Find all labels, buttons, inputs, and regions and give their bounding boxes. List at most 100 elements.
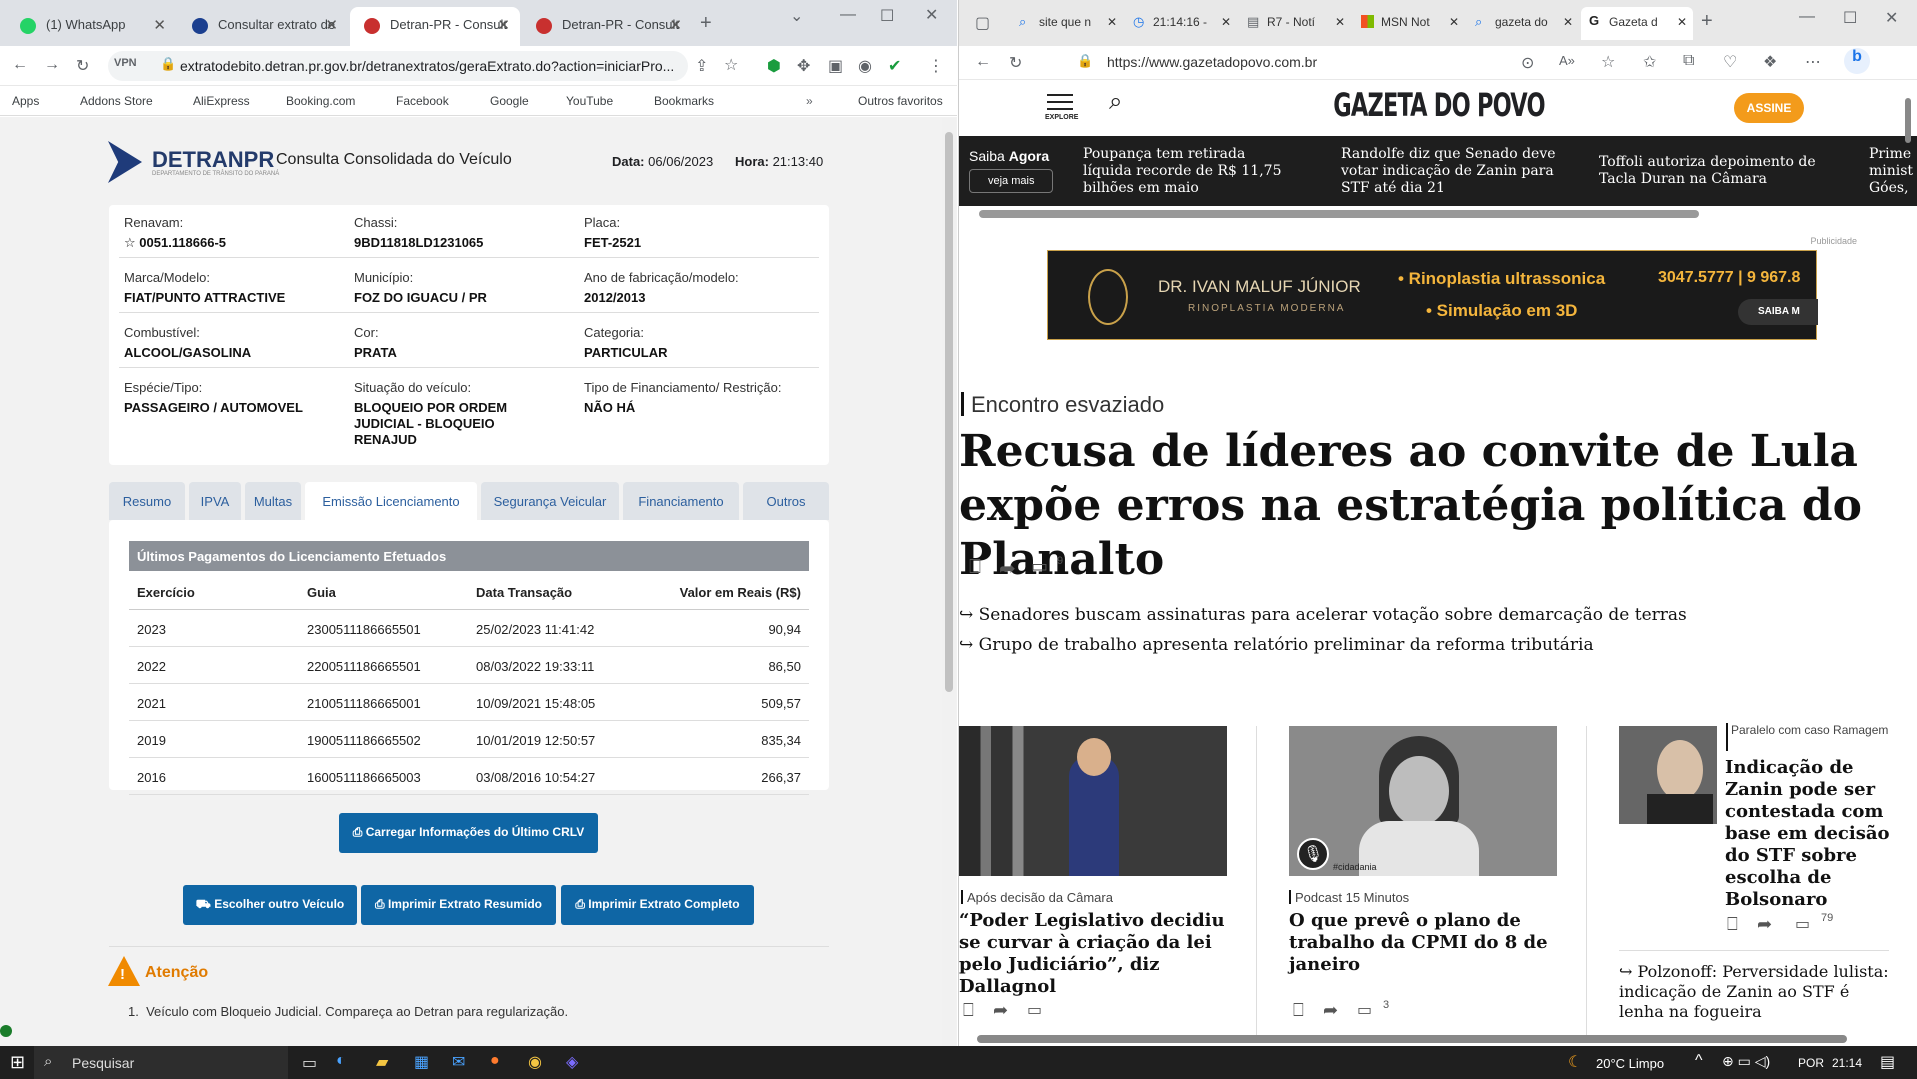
reload-icon[interactable]: ↻: [1009, 53, 1022, 73]
extensions-icon[interactable]: ✥: [797, 56, 810, 76]
favorite-icon[interactable]: ☆: [1601, 52, 1615, 72]
tab-gazeta-active[interactable]: G Gazeta d ✕: [1581, 7, 1693, 40]
close-icon[interactable]: ✕: [1221, 15, 1231, 29]
reload-icon[interactable]: ↻: [76, 56, 89, 76]
tab-seguranca-veicular[interactable]: Segurança Veicular: [481, 482, 619, 520]
read-aloud-icon[interactable]: A»: [1559, 53, 1575, 68]
notifications-icon[interactable]: ▤: [1880, 1052, 1895, 1072]
bookmark-icon[interactable]: ⎕: [1293, 1000, 1304, 1021]
ticker-item[interactable]: Randolfe diz que Senado deve votar indic…: [1341, 146, 1561, 197]
tab-whatsapp[interactable]: (1) WhatsApp ✕: [6, 7, 176, 46]
profile-icon[interactable]: ◉: [858, 56, 872, 76]
comment-icon[interactable]: ▭: [1027, 1000, 1042, 1020]
zanin-photo[interactable]: [1619, 726, 1717, 824]
related-link[interactable]: ↪ Grupo de trabalho apresenta relatório …: [959, 635, 1594, 655]
comment-icon[interactable]: ▭: [1795, 914, 1810, 934]
ticker-item[interactable]: Toffoli autoriza depoimento de Tacla Dur…: [1599, 154, 1839, 188]
menu-icon[interactable]: ⋮: [928, 56, 944, 76]
vertical-scrollbar[interactable]: [1903, 80, 1915, 1035]
close-icon[interactable]: ✕: [153, 16, 166, 34]
scrollbar[interactable]: [942, 118, 956, 1046]
close-icon[interactable]: ✕: [497, 16, 510, 34]
comment-icon[interactable]: ▭: [1357, 1000, 1372, 1020]
sidepanel-icon[interactable]: ▣: [828, 56, 843, 76]
bookmark-outros[interactable]: Outros favoritos: [858, 94, 943, 108]
close-icon[interactable]: ✕: [669, 16, 682, 34]
bookmark-icon[interactable]: ⎕: [1727, 914, 1738, 935]
extension-icon[interactable]: ❖: [1763, 52, 1777, 72]
ad-banner[interactable]: DR. IVAN MALUF JÚNIOR RINOPLASTIA MODERN…: [1047, 250, 1818, 340]
ticker-item[interactable]: Poupança tem retirada líquida recorde de…: [1083, 146, 1293, 197]
related-link[interactable]: ↪ Senadores buscam assinaturas para acel…: [959, 605, 1687, 625]
minimize-icon[interactable]: —: [840, 6, 856, 24]
tab-actions-icon[interactable]: ▢: [975, 13, 990, 33]
imprimir-resumido-button[interactable]: ⎙ Imprimir Extrato Resumido: [361, 885, 556, 925]
share-icon[interactable]: ➦: [1757, 914, 1772, 935]
main-headline[interactable]: Recusa de líderes ao convite de Lula exp…: [959, 425, 1899, 587]
app-icon[interactable]: ◈: [566, 1052, 578, 1072]
performance-icon[interactable]: ♡: [1723, 52, 1737, 72]
tab-gazeta-search[interactable]: ⌕ gazeta do ✕: [1467, 7, 1579, 40]
shield-icon[interactable]: ⬢: [767, 56, 781, 76]
edge-icon[interactable]: ◐: [336, 1052, 346, 1070]
address-bar[interactable]: extratodebito.detran.pr.gov.br/detranext…: [108, 51, 688, 81]
tab-outros[interactable]: Outros: [743, 482, 829, 520]
tab-msn[interactable]: MSN Not ✕: [1353, 7, 1465, 40]
microphone-icon[interactable]: 🎙: [1297, 838, 1329, 870]
folder-icon[interactable]: ▰: [376, 1052, 388, 1072]
star-icon[interactable]: ☆: [124, 235, 139, 250]
share-icon[interactable]: ➦: [1323, 1000, 1338, 1021]
bookmark-google[interactable]: Google: [490, 94, 529, 108]
chevron-up-icon[interactable]: ^: [1695, 1052, 1703, 1070]
dallagnol-photo[interactable]: [959, 726, 1227, 876]
assine-button[interactable]: ASSINE: [1734, 93, 1804, 123]
star-icon[interactable]: ☆: [724, 55, 738, 75]
tab-ipva[interactable]: IPVA: [189, 482, 241, 520]
tab-r7[interactable]: ▤ R7 - Notí ✕: [1239, 7, 1351, 40]
horizontal-scrollbar[interactable]: [967, 1035, 1907, 1044]
menu-icon[interactable]: [1047, 94, 1073, 110]
tab-site[interactable]: ⌕ site que n ✕: [1011, 7, 1123, 40]
escolher-outro-veiculo-button[interactable]: ⛟ Escolher outro Veículo: [183, 885, 357, 925]
close-icon[interactable]: ✕: [1449, 15, 1459, 29]
share-icon[interactable]: ➦: [999, 556, 1016, 581]
veja-mais-button[interactable]: veja mais: [969, 169, 1053, 193]
share-icon[interactable]: ⇪: [695, 56, 708, 76]
back-icon[interactable]: ←: [975, 53, 991, 71]
chevron-down-icon[interactable]: ⌄: [790, 6, 803, 26]
bing-icon[interactable]: b: [1844, 48, 1870, 74]
close-icon[interactable]: ✕: [1677, 15, 1687, 29]
windows-start-icon[interactable]: ⊞: [10, 1052, 25, 1073]
task-view-icon[interactable]: ▭: [302, 1053, 317, 1073]
imprimir-completo-button[interactable]: ⎙ Imprimir Extrato Completo: [561, 885, 754, 925]
comment-icon[interactable]: ▭: [1031, 556, 1048, 577]
tab-emissao-licenciamento[interactable]: Emissão Licenciamento: [305, 482, 477, 520]
new-tab-icon[interactable]: +: [700, 12, 712, 35]
clock[interactable]: 21:14: [1832, 1056, 1862, 1070]
back-icon[interactable]: ←: [12, 56, 28, 74]
minimize-icon[interactable]: —: [1799, 8, 1815, 26]
related-link[interactable]: ↪ Polzonoff: Perversidade lulista: indic…: [1619, 962, 1899, 1022]
tab-multas[interactable]: Multas: [245, 482, 301, 520]
address-bar[interactable]: https://www.gazetadopovo.com.br: [1107, 54, 1317, 70]
tab-detran-active[interactable]: Detran-PR - Consult ✕: [350, 7, 520, 46]
close-window-icon[interactable]: ✕: [1885, 8, 1898, 28]
new-tab-icon[interactable]: +: [1701, 10, 1713, 33]
tab-resumo[interactable]: Resumo: [109, 482, 185, 520]
bookmark-icon[interactable]: ⎕: [963, 1000, 974, 1021]
tab-time[interactable]: ◷ 21:14:16 - ✕: [1125, 7, 1237, 40]
podcast-photo[interactable]: 🎙 #cidadania: [1289, 726, 1557, 876]
chrome-icon[interactable]: ◉: [528, 1052, 542, 1072]
card-title[interactable]: Indicação de Zanin pode ser contestada c…: [1725, 757, 1905, 911]
tab-financiamento[interactable]: Financiamento: [623, 482, 739, 520]
close-icon[interactable]: ✕: [1107, 15, 1117, 29]
bookmark-aliexpress[interactable]: AliExpress: [193, 94, 250, 108]
tray-icons[interactable]: ⊕ ▭ ◁): [1722, 1053, 1770, 1070]
lock-icon[interactable]: 🔒: [160, 56, 176, 72]
close-window-icon[interactable]: ✕: [925, 5, 938, 25]
bookmark-facebook[interactable]: Facebook: [396, 94, 449, 108]
card-title[interactable]: “Poder Legislativo decidiu se curvar à c…: [959, 910, 1229, 998]
bookmark-addons[interactable]: Addons Store: [80, 94, 153, 108]
chevron-right-icon[interactable]: »: [806, 94, 813, 108]
bookmark-icon[interactable]: ⎕: [969, 556, 981, 579]
